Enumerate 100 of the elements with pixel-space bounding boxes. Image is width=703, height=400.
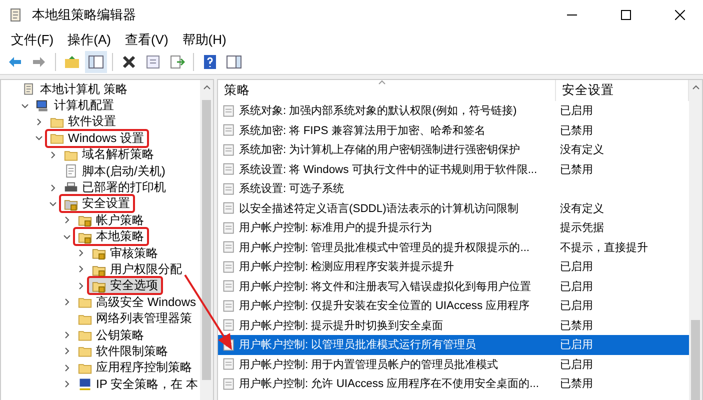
scroll-thumb[interactable] (691, 320, 700, 400)
table-cell[interactable]: 用户帐户控制: 检测应用程序安装并提示提升 (218, 257, 556, 276)
chevron-right-icon[interactable] (35, 118, 43, 126)
table-cell[interactable]: 系统加密: 将 FIPS 兼容算法用于加密、哈希和签名 (218, 120, 556, 140)
policy-icon (222, 279, 236, 294)
scrollbar[interactable] (200, 80, 213, 400)
tree-item[interactable]: 本地计算机 策略 (17, 80, 132, 99)
table-cell[interactable]: 用户帐户控制: 将文件和注册表写入错误虚拟化到每用户位置 (218, 276, 556, 296)
scroll-thumb[interactable] (202, 100, 211, 380)
table-cell[interactable]: 系统加密: 为计算机上存储的用户密钥强制进行强密钥保护 (218, 140, 556, 160)
table-cell-text: 已启用 (559, 260, 594, 276)
table-cell[interactable]: 系统设置: 将 Windows 可执行文件中的证书规则用于软件限... (218, 160, 556, 179)
policy-icon (222, 260, 236, 274)
table-cell[interactable]: 用户帐户控制: 管理员批准模式中管理员的提升权限提示的... (218, 238, 556, 257)
chevron-right-icon[interactable] (63, 364, 71, 372)
table-cell-text: 提示凭据 (559, 221, 605, 236)
script-icon (64, 164, 78, 178)
table-cell-text: 已禁用 (559, 318, 594, 334)
properties-icon (145, 54, 161, 70)
action-pane-icon (226, 54, 242, 70)
chevron-right-icon[interactable] (49, 150, 57, 159)
close-icon (675, 10, 685, 20)
menu-item[interactable]: 查看(V) (118, 30, 176, 50)
tree-item[interactable]: 用户权限分配 (87, 260, 187, 279)
table-cell-text: 没有定义 (559, 202, 605, 217)
chevron-right-icon[interactable] (49, 184, 57, 192)
chevron-right-icon[interactable] (77, 249, 85, 258)
policy-icon (222, 376, 236, 391)
chevron-right-icon[interactable] (63, 216, 71, 224)
toolbar-button[interactable] (85, 51, 107, 73)
chevron-down-icon[interactable] (63, 232, 71, 241)
table-cell[interactable]: 系统对象: 加强内部系统对象的默认权限(例如，符号链接) (218, 101, 556, 120)
policy-icon (222, 201, 236, 216)
table-cell[interactable]: 用户帐户控制: 提示提升时切换到安全桌面 (218, 316, 556, 335)
computer-icon (36, 98, 50, 113)
menu-item[interactable]: 文件(F) (4, 30, 61, 50)
chevron-right-icon[interactable] (63, 347, 71, 356)
scrollbar[interactable] (689, 80, 702, 400)
policy-icon (222, 357, 236, 372)
tree-item[interactable]: 域名解析策略 (59, 145, 159, 164)
chevron-down-icon[interactable] (49, 200, 57, 208)
tree-item[interactable]: Windows 设置 (45, 128, 150, 148)
chevron-right-icon[interactable] (63, 331, 71, 340)
tree-item[interactable]: 审核策略 (87, 244, 163, 263)
tree-item[interactable]: 帐户策略 (73, 210, 149, 230)
locked-folder-icon (92, 246, 106, 260)
table-cell[interactable]: 以安全描述符定义语言(SDDL)语法表示的计算机访问限制 (218, 198, 556, 218)
maximize-icon (621, 10, 631, 20)
policy-icon (222, 240, 236, 254)
folder-up-icon (64, 54, 80, 70)
tree-item[interactable]: 脚本(启动/关机) (59, 162, 170, 181)
tree-item[interactable]: IP 安全策略，在 本 (73, 374, 200, 394)
delete-icon (121, 54, 137, 70)
folder-icon (78, 344, 92, 358)
forward-arrow-icon (31, 54, 47, 70)
menu-item[interactable]: 帮助(H) (175, 30, 234, 50)
table-cell[interactable]: 用户帐户控制: 允许 UIAccess 应用程序在不使用安全桌面的... (218, 374, 556, 394)
tree-item[interactable]: 高级安全 Windows (73, 292, 200, 312)
table-cell[interactable]: 用户帐户控制: 以管理员批准模式运行所有管理员 (218, 335, 556, 354)
network-icon (78, 377, 92, 392)
help-icon (202, 54, 218, 70)
chevron-right-icon[interactable] (63, 380, 71, 388)
table-cell-text: 已禁用 (559, 162, 594, 178)
policy-icon (222, 104, 236, 118)
table-cell-text: 已禁用 (559, 377, 594, 392)
tree-item[interactable]: 本地策略 (73, 227, 149, 246)
scroll-icon (22, 82, 36, 96)
chevron-right-icon[interactable] (77, 265, 85, 274)
export-icon (169, 54, 185, 70)
menu-item[interactable]: 操作(A) (60, 30, 118, 50)
chevron-down-icon[interactable] (21, 102, 29, 110)
column-header[interactable]: 策略 (218, 80, 556, 101)
locked-folder-icon (78, 213, 92, 228)
table-cell: 已启用 (556, 335, 689, 354)
tree-item[interactable]: 安全设置 (59, 194, 135, 214)
table-cell[interactable]: 系统设置: 可选子系统 (218, 179, 556, 198)
table-cell[interactable]: 用户帐户控制: 仅提升安装在安全位置的 UIAccess 应用程序 (218, 296, 556, 316)
tree-item[interactable]: 安全选项 (87, 276, 163, 296)
policy-icon (222, 142, 236, 157)
folder-icon (78, 328, 92, 342)
chevron-right-icon[interactable] (63, 298, 71, 306)
table-cell[interactable]: 用户帐户控制: 用于内置管理员帐户的管理员批准模式 (218, 354, 556, 374)
scroll-up-icon[interactable] (692, 84, 700, 90)
policy-icon (222, 318, 236, 332)
table-cell[interactable]: 用户帐户控制: 标准用户的提升提示行为 (218, 218, 556, 238)
policy-icon (222, 298, 236, 313)
folder-icon (78, 295, 92, 310)
table-cell-text: 已启用 (559, 104, 594, 120)
table-cell-text: 已启用 (559, 280, 594, 295)
scroll-up-icon[interactable] (202, 84, 210, 90)
table-cell-text: 已启用 (559, 298, 594, 314)
chevron-down-icon[interactable] (35, 134, 43, 142)
tree-item[interactable]: 网络列表管理器策 (73, 309, 197, 328)
table-cell-text: 没有定义 (559, 142, 605, 158)
tree-item[interactable]: 应用程序控制策略 (73, 358, 197, 378)
tree-pane-icon (88, 54, 104, 70)
table-cell-text: 已启用 (559, 358, 594, 373)
chevron-right-icon[interactable] (77, 282, 85, 290)
policy-icon (222, 162, 236, 176)
policy-icon (222, 220, 236, 235)
